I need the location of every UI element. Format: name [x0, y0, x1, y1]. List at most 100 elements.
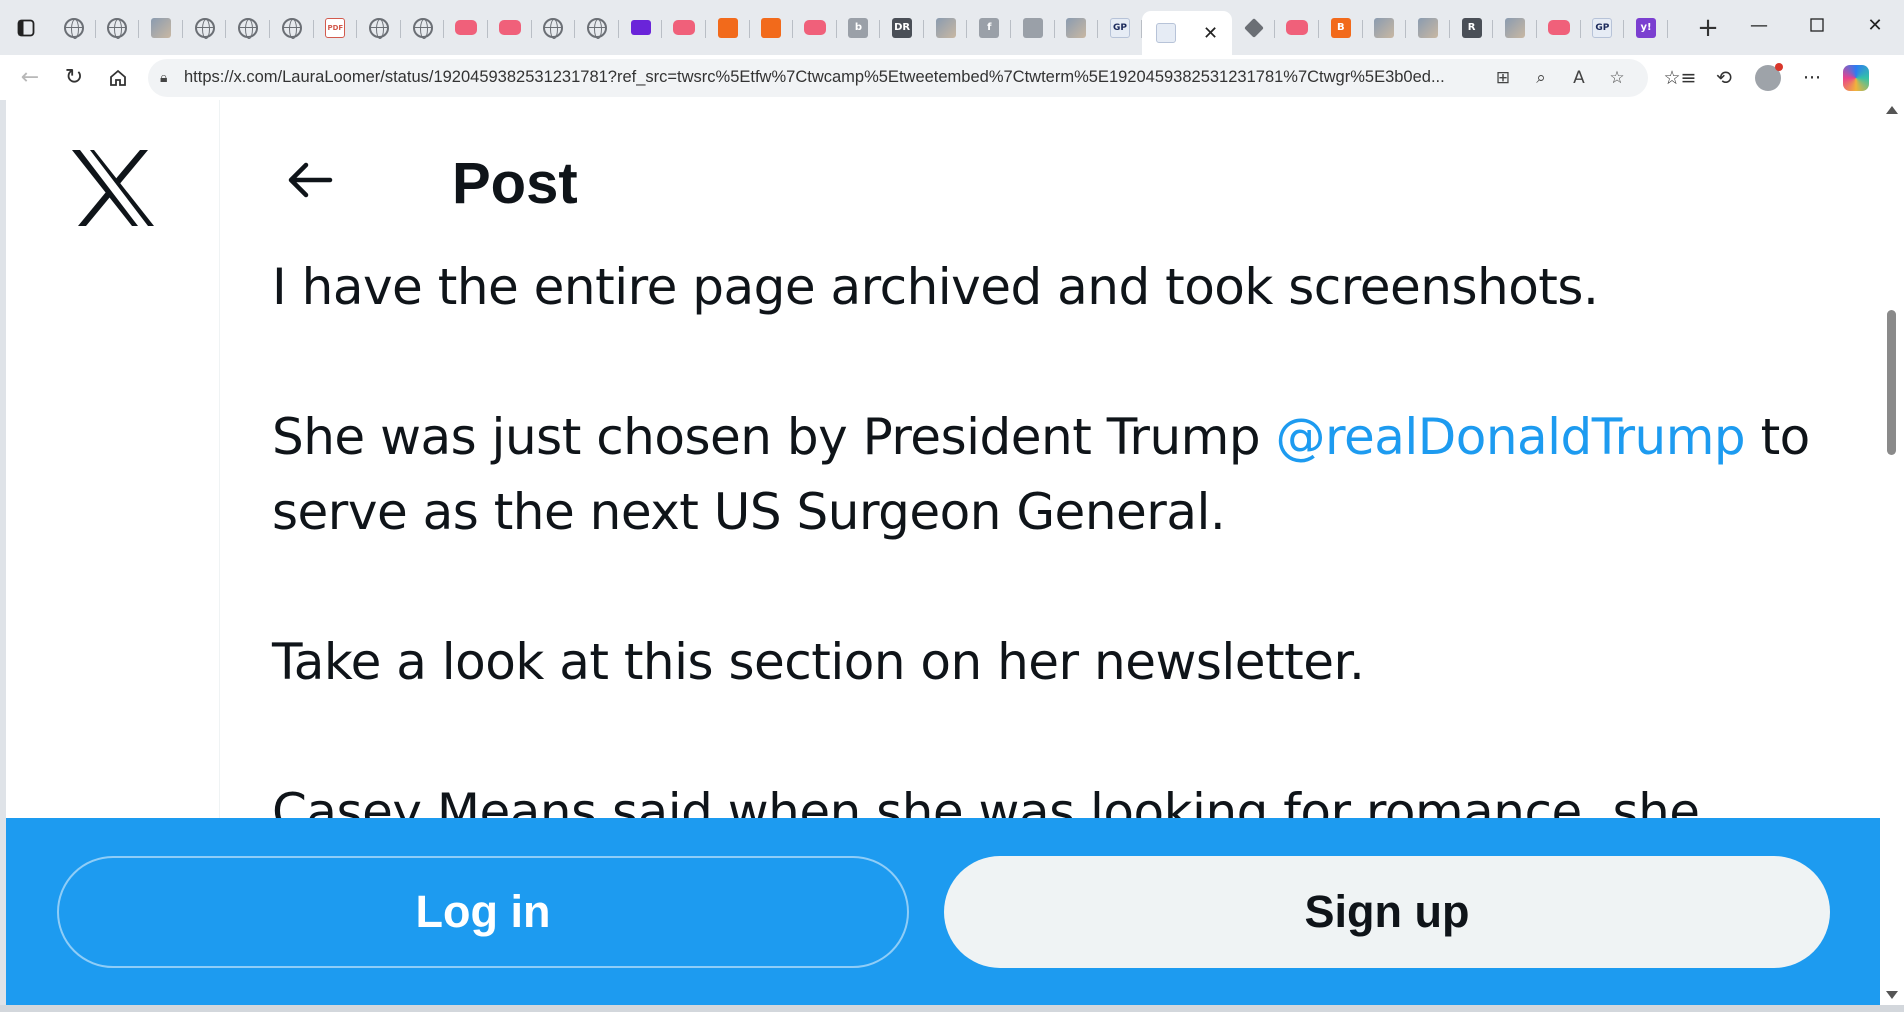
youtube-favicon: [1547, 20, 1570, 35]
tab[interactable]: [662, 8, 706, 48]
tab[interactable]: [183, 8, 227, 48]
image-favicon: [1066, 17, 1087, 38]
tab-close-icon[interactable]: ✕: [1203, 23, 1218, 44]
mail-favicon: [630, 20, 651, 35]
globe-icon: [586, 17, 607, 39]
tab-actions-button[interactable]: [0, 0, 52, 55]
home-button[interactable]: [96, 58, 140, 98]
close-window-button[interactable]: ✕: [1846, 0, 1904, 50]
tab[interactable]: GP: [1098, 8, 1142, 48]
tab[interactable]: [924, 8, 968, 48]
back-arrow-icon: ←: [20, 65, 40, 90]
url-text[interactable]: https://x.com/LauraLoomer/status/1920459…: [184, 68, 1484, 87]
youtube-favicon: [1286, 20, 1309, 35]
more-menu-button[interactable]: ···: [1790, 58, 1834, 98]
tab[interactable]: [1537, 8, 1581, 48]
tab[interactable]: f: [967, 8, 1011, 48]
page-title: Post: [452, 151, 578, 216]
youtube-favicon: [673, 20, 696, 35]
favorite-star-icon[interactable]: ☆: [1598, 63, 1636, 93]
globe-icon: [194, 17, 215, 39]
tab[interactable]: [750, 8, 794, 48]
scroll-up-arrow-icon[interactable]: [1886, 106, 1898, 114]
tab[interactable]: [357, 8, 401, 48]
zoom-icon[interactable]: ⌕: [1522, 63, 1560, 93]
tab[interactable]: [444, 8, 488, 48]
tab[interactable]: [270, 8, 314, 48]
back-arrow-icon[interactable]: [280, 150, 340, 210]
back-button[interactable]: ←: [8, 58, 52, 98]
image-favicon: [935, 17, 956, 38]
tab[interactable]: b: [837, 8, 881, 48]
tab[interactable]: [52, 8, 96, 48]
globe-icon: [107, 17, 128, 39]
tab[interactable]: [488, 8, 532, 48]
address-bar[interactable]: 🔒︎ https://x.com/LauraLoomer/status/1920…: [148, 58, 1648, 97]
pdf-favicon: PDF: [325, 17, 346, 38]
tab[interactable]: DR: [880, 8, 924, 48]
sign-up-button[interactable]: Sign up: [944, 856, 1830, 968]
tab[interactable]: [1011, 8, 1055, 48]
post-header: Post: [220, 100, 1880, 265]
scroll-down-arrow-icon[interactable]: [1886, 991, 1898, 999]
bing-favicon: b: [848, 17, 869, 38]
tab[interactable]: PDF: [314, 8, 358, 48]
tab[interactable]: [1406, 8, 1450, 48]
diamond-favicon: [1243, 17, 1264, 38]
tab[interactable]: [1493, 8, 1537, 48]
globe-icon: [368, 17, 389, 39]
maximize-icon: [1810, 18, 1824, 32]
tab[interactable]: [139, 8, 183, 48]
log-in-button[interactable]: Log in: [57, 856, 909, 968]
tab[interactable]: [619, 8, 663, 48]
minimize-button[interactable]: —: [1730, 0, 1788, 50]
tab[interactable]: [96, 8, 140, 48]
new-tab-button[interactable]: +: [1686, 8, 1730, 48]
tab[interactable]: B: [1319, 8, 1363, 48]
profile-button[interactable]: [1746, 58, 1790, 98]
navigation-bar: ← ↻ 🔒︎ https://x.com/LauraLoomer/status/…: [0, 55, 1904, 100]
tab[interactable]: GP: [1581, 8, 1625, 48]
more-dots-icon: ···: [1802, 66, 1822, 89]
plus-icon: +: [1697, 12, 1719, 43]
tab[interactable]: [401, 8, 445, 48]
globe-icon: [281, 17, 302, 39]
tab[interactable]: [532, 8, 576, 48]
tab[interactable]: [1363, 8, 1407, 48]
tab[interactable]: [575, 8, 619, 48]
tab[interactable]: [793, 8, 837, 48]
post-text-span: She was just chosen by President Trump: [272, 408, 1276, 466]
tab[interactable]: [1055, 8, 1099, 48]
app-available-icon[interactable]: ⊞: [1484, 63, 1522, 93]
x-logo-icon[interactable]: [70, 148, 156, 228]
favorites-button[interactable]: ☆≡: [1658, 58, 1702, 98]
tab[interactable]: [706, 8, 750, 48]
copilot-icon: [1843, 64, 1869, 91]
facebook-favicon: f: [979, 17, 1000, 38]
tab-actions-icon: [17, 19, 35, 36]
tab[interactable]: y!: [1624, 8, 1668, 48]
tab-active[interactable]: ✕: [1141, 11, 1232, 55]
history-icon: ⟲: [1716, 66, 1732, 89]
tab[interactable]: [1232, 8, 1276, 48]
refresh-button[interactable]: ↻: [52, 58, 96, 98]
globe-icon: [543, 17, 564, 39]
yahoo-favicon: y!: [1635, 17, 1656, 38]
globe-icon: [63, 17, 84, 39]
scroll-thumb[interactable]: [1887, 310, 1896, 455]
page-scrollbar[interactable]: [1880, 100, 1904, 1005]
image-favicon: [1374, 17, 1395, 38]
maximize-button[interactable]: [1788, 0, 1846, 50]
mention-link[interactable]: @realDonaldTrump: [1275, 408, 1745, 466]
tab[interactable]: [226, 8, 270, 48]
tab[interactable]: R: [1450, 8, 1494, 48]
image-favicon: [1505, 17, 1526, 38]
tab[interactable]: [1275, 8, 1319, 48]
site-info-icon[interactable]: 🔒︎: [160, 70, 184, 86]
history-button[interactable]: ⟲: [1702, 58, 1746, 98]
copilot-button[interactable]: [1834, 58, 1878, 98]
read-aloud-icon[interactable]: A: [1560, 63, 1598, 93]
globe-icon: [412, 17, 433, 39]
post-text-span: serve as the next US Surgeon General.: [272, 483, 1226, 541]
post-paragraph: She was just chosen by President Trump @…: [272, 400, 1822, 550]
